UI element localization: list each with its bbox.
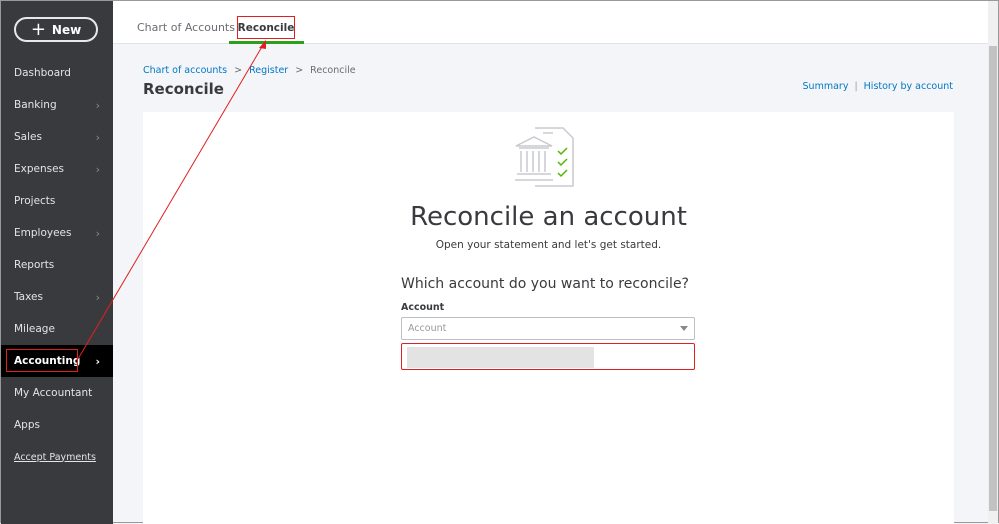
account-select[interactable]: Account [401,317,695,340]
sidebar-item-accept-payments[interactable]: Accept Payments [1,441,113,473]
sidebar-item-label: Reports [14,259,55,271]
account-dropdown-option[interactable] [401,343,695,370]
sidebar-item-label: Employees [14,227,72,239]
chevron-right-icon: › [95,226,100,240]
breadcrumb-separator: > [295,65,304,76]
top-links: Summary | History by account [803,81,953,92]
sidebar-item-mileage[interactable]: Mileage [1,313,113,345]
annotation-highlight-accounting [6,349,78,372]
card-subheading: Open your statement and let's get starte… [435,239,662,251]
sidebar-item-banking[interactable]: Banking › [1,89,113,121]
breadcrumb-current: Reconcile [310,65,356,76]
chevron-right-icon: › [95,162,100,176]
active-tab-underline [229,41,304,44]
tab-reconcile[interactable]: Reconcile [237,16,295,39]
card-heading: Reconcile an account [410,202,687,232]
breadcrumb-separator: > [234,65,243,76]
sidebar-item-employees[interactable]: Employees › [1,217,113,249]
chevron-right-icon: › [95,354,100,368]
breadcrumb: Chart of accounts > Register > Reconcile [143,65,356,76]
sidebar-item-label: Taxes [14,291,43,303]
new-button[interactable]: + New [14,17,98,42]
page-title: Reconcile [143,80,224,98]
sidebar-item-projects[interactable]: Projects [1,185,113,217]
divider: | [854,81,858,92]
sidebar-item-my-accountant[interactable]: My Accountant [1,377,113,409]
sidebar-item-label: Accept Payments [14,451,96,463]
sidebar-item-label: My Accountant [14,387,93,399]
breadcrumb-chart-of-accounts[interactable]: Chart of accounts [143,65,227,76]
sidebar-item-apps[interactable]: Apps [1,409,113,441]
chevron-right-icon: › [95,98,100,112]
sidebar-item-label: Mileage [14,323,55,335]
sidebar-item-dashboard[interactable]: Dashboard [1,57,113,89]
account-question: Which account do you want to reconcile? [401,276,689,292]
tab-bar: Chart of Accounts Reconcile [113,1,988,44]
chevron-right-icon: › [95,290,100,304]
sidebar-item-taxes[interactable]: Taxes › [1,281,113,313]
chevron-right-icon: › [95,130,100,144]
history-by-account-link[interactable]: History by account [864,81,953,92]
reconcile-card: Reconcile an account Open your statement… [143,112,954,524]
summary-link[interactable]: Summary [803,81,849,92]
sidebar-item-sales[interactable]: Sales › [1,121,113,153]
plus-icon: + [30,18,46,40]
sidebar: + New Dashboard Banking › Sales › Expenses › Pro… [1,1,113,524]
account-label: Account [401,302,445,313]
account-placeholder: Account [408,323,447,334]
sidebar-item-label: Apps [14,419,40,431]
sidebar-item-label: Dashboard [14,67,71,79]
sidebar-item-label: Expenses [14,163,65,175]
sidebar-nav: Dashboard Banking › Sales › Expenses › Projects… [1,57,113,473]
sidebar-item-label: Projects [14,195,56,207]
redacted-option [407,347,594,368]
dropdown-arrow-icon [680,326,688,331]
breadcrumb-register[interactable]: Register [249,65,288,76]
sidebar-item-expenses[interactable]: Expenses › [1,153,113,185]
sidebar-item-reports[interactable]: Reports [1,249,113,281]
bank-statement-illustration-icon [515,127,574,187]
sidebar-item-label: Banking [14,99,57,111]
sidebar-item-label: Sales [14,131,42,143]
scrollbar[interactable] [988,1,998,524]
tab-chart-of-accounts[interactable]: Chart of Accounts [137,21,235,34]
scrollbar-thumb[interactable] [989,46,997,511]
